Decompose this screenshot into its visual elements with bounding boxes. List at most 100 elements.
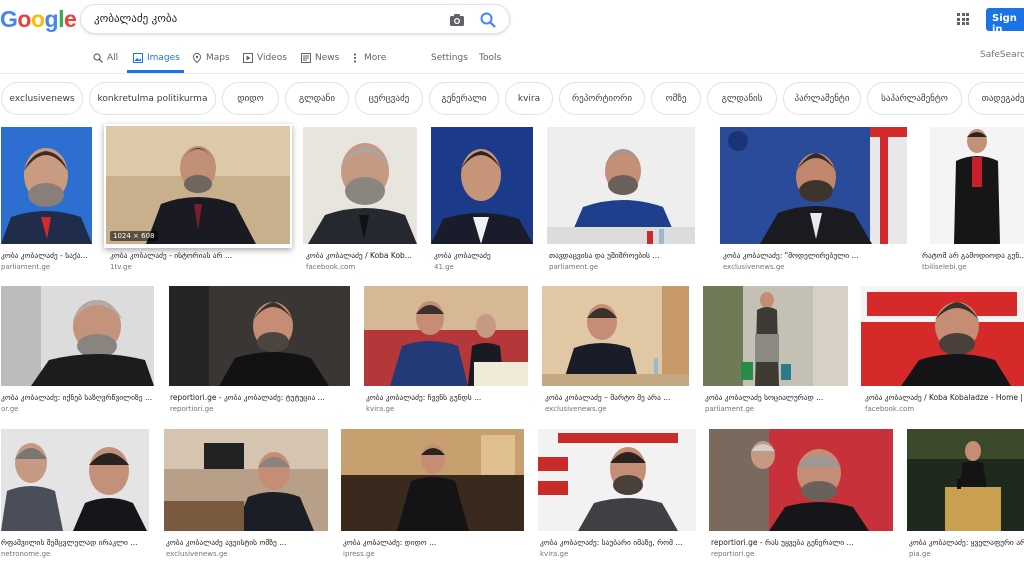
logo-letter: o: [30, 6, 45, 32]
result-caption[interactable]: კობა კობალაძე / Koba Kob...: [306, 251, 418, 260]
result-caption[interactable]: კობა კობალაძე - საქა...: [1, 251, 97, 260]
logo-letter: e: [63, 6, 77, 32]
result-caption[interactable]: კობა კობალაძე / Koba Kobaladze - Home |: [865, 393, 1024, 402]
tab-images[interactable]: Images: [133, 51, 180, 65]
result-source[interactable]: netronome.ge: [1, 550, 161, 558]
chip[interactable]: გენერალი: [429, 82, 499, 115]
result-image[interactable]: [303, 127, 417, 244]
result-image[interactable]: [542, 286, 689, 386]
chip[interactable]: საპარლამენტო: [867, 82, 962, 115]
result-source[interactable]: kvira.ge: [540, 550, 700, 558]
result-source[interactable]: 1tv.ge: [110, 263, 290, 271]
related-chips: exclusivenews konkretulma politikurma დი…: [0, 82, 1024, 116]
chip[interactable]: დიდო: [222, 82, 279, 115]
google-logo[interactable]: Google: [0, 6, 77, 33]
search-box[interactable]: კობალაძე კობა: [80, 4, 510, 34]
result-caption[interactable]: კობა კობალაძე: ჩვენს გუნდს ...: [366, 393, 528, 402]
result-source[interactable]: pia.ge: [909, 550, 1024, 558]
result-image[interactable]: [364, 286, 528, 386]
chip[interactable]: ომზე: [651, 82, 701, 115]
apps-grid-icon[interactable]: [957, 13, 969, 25]
result-image[interactable]: [164, 429, 328, 531]
result-caption[interactable]: რატომ არ გამოდიოდა გენ...: [922, 251, 1024, 260]
result-source[interactable]: ipress.ge: [343, 550, 524, 558]
result-source[interactable]: facebook.com: [306, 263, 418, 271]
result-image[interactable]: [703, 286, 848, 386]
tab-news[interactable]: News: [301, 51, 339, 65]
chip[interactable]: konkretulma politikurma: [89, 82, 216, 115]
result-caption[interactable]: კობა კობალაძე ავეისტის ომზე ...: [166, 538, 328, 547]
tab-label: Settings: [431, 53, 468, 63]
tab-label: Images: [147, 53, 180, 63]
result-image[interactable]: [930, 127, 1024, 244]
result-caption[interactable]: კობა კობალაძე: საუბარი იმაზე, რომ ...: [540, 538, 700, 547]
map-pin-icon: [192, 52, 202, 64]
chip[interactable]: პარლამენტი: [783, 82, 861, 115]
result-source[interactable]: parliament.ge: [705, 405, 851, 413]
tab-label: Maps: [206, 53, 230, 63]
tab-more[interactable]: More: [350, 51, 386, 65]
result-caption[interactable]: კობა კობალაძე – მარტო მე არა ...: [545, 393, 695, 402]
sign-in-button[interactable]: Sign in: [986, 8, 1024, 35]
result-caption[interactable]: თავდაცვისა და უშიშროების ...: [549, 251, 695, 260]
result-caption[interactable]: კობა კობალაძე: "მოდელირებული ...: [723, 251, 907, 260]
result-image[interactable]: [720, 127, 907, 244]
safesearch-link[interactable]: SafeSearch: [980, 50, 1024, 60]
result-source[interactable]: exclusivenews.ge: [166, 550, 328, 558]
result-source[interactable]: or.ge: [1, 405, 161, 413]
chip[interactable]: გლდანის: [707, 82, 777, 115]
tab-settings[interactable]: Settings: [431, 51, 468, 65]
result-caption[interactable]: კობა კობალაძე: ყველაფერი არ ...: [909, 538, 1024, 547]
result-caption[interactable]: კობა კობალაძე სოციალურად ...: [705, 393, 851, 402]
result-image[interactable]: [1, 127, 92, 244]
chip[interactable]: თადეგაძე: [968, 82, 1024, 115]
result-image[interactable]: [431, 127, 533, 244]
result-caption[interactable]: კობა კობალაძე: იქნებ საზღვრწვილიზე ...: [1, 393, 161, 402]
chip[interactable]: გლდანი: [285, 82, 349, 115]
result-source[interactable]: parliament.ge: [549, 263, 695, 271]
chip[interactable]: exclusivenews: [1, 82, 83, 115]
chip[interactable]: რეპორტიორი: [559, 82, 645, 115]
tab-label: News: [315, 53, 340, 63]
chip[interactable]: kvira: [505, 82, 553, 115]
search-icon[interactable]: [479, 11, 497, 29]
result-image[interactable]: [547, 127, 695, 244]
result-caption[interactable]: reportiori.ge - რას უყვება გენერალი ...: [711, 538, 893, 547]
result-image[interactable]: [538, 429, 696, 531]
result-source[interactable]: facebook.com: [865, 405, 1024, 413]
camera-icon[interactable]: [449, 12, 465, 28]
tab-videos[interactable]: Videos: [243, 51, 287, 65]
result-source[interactable]: exclusivenews.ge: [723, 263, 907, 271]
result-caption[interactable]: კობა კობალაძე: [434, 251, 534, 260]
result-source[interactable]: exclusivenews.ge: [545, 405, 695, 413]
result-image[interactable]: [907, 429, 1024, 531]
result-source[interactable]: reportiori.ge: [711, 550, 893, 558]
play-icon: [243, 53, 253, 63]
search-input[interactable]: კობალაძე კობა: [94, 12, 177, 25]
result-image[interactable]: [106, 126, 290, 244]
image-dimensions-badge: 1024 × 608: [110, 231, 158, 241]
result-image[interactable]: [709, 429, 893, 531]
logo-letter: g: [44, 6, 59, 32]
result-image[interactable]: [1, 286, 154, 386]
more-icon: [350, 53, 360, 63]
result-caption[interactable]: რფაშვილის შემცვლელად ირაკლი ...: [1, 538, 161, 547]
image-icon: [133, 53, 143, 63]
chip[interactable]: ცერცვაძე: [355, 82, 423, 115]
result-source[interactable]: reportiori.ge: [170, 405, 350, 413]
news-icon: [301, 53, 311, 63]
tab-tools[interactable]: Tools: [479, 51, 501, 65]
tab-all[interactable]: All: [93, 51, 118, 65]
result-caption[interactable]: კობა კობალაძე: დიდო ...: [343, 538, 524, 547]
result-image[interactable]: [169, 286, 350, 386]
result-image[interactable]: [341, 429, 524, 531]
result-image[interactable]: [861, 286, 1024, 386]
result-source[interactable]: kvira.ge: [366, 405, 528, 413]
tab-maps[interactable]: Maps: [192, 51, 230, 65]
result-caption[interactable]: reportiori.ge - კობა კობალაძე: ტუტუცია .…: [170, 393, 350, 402]
result-source[interactable]: tbiliselebi.ge: [922, 263, 1024, 271]
result-image[interactable]: [1, 429, 149, 531]
result-source[interactable]: parliament.ge: [1, 263, 97, 271]
result-source[interactable]: 41.ge: [434, 263, 534, 271]
result-caption[interactable]: კობა კობალაძე - ისტორიას არ ...: [110, 251, 290, 260]
